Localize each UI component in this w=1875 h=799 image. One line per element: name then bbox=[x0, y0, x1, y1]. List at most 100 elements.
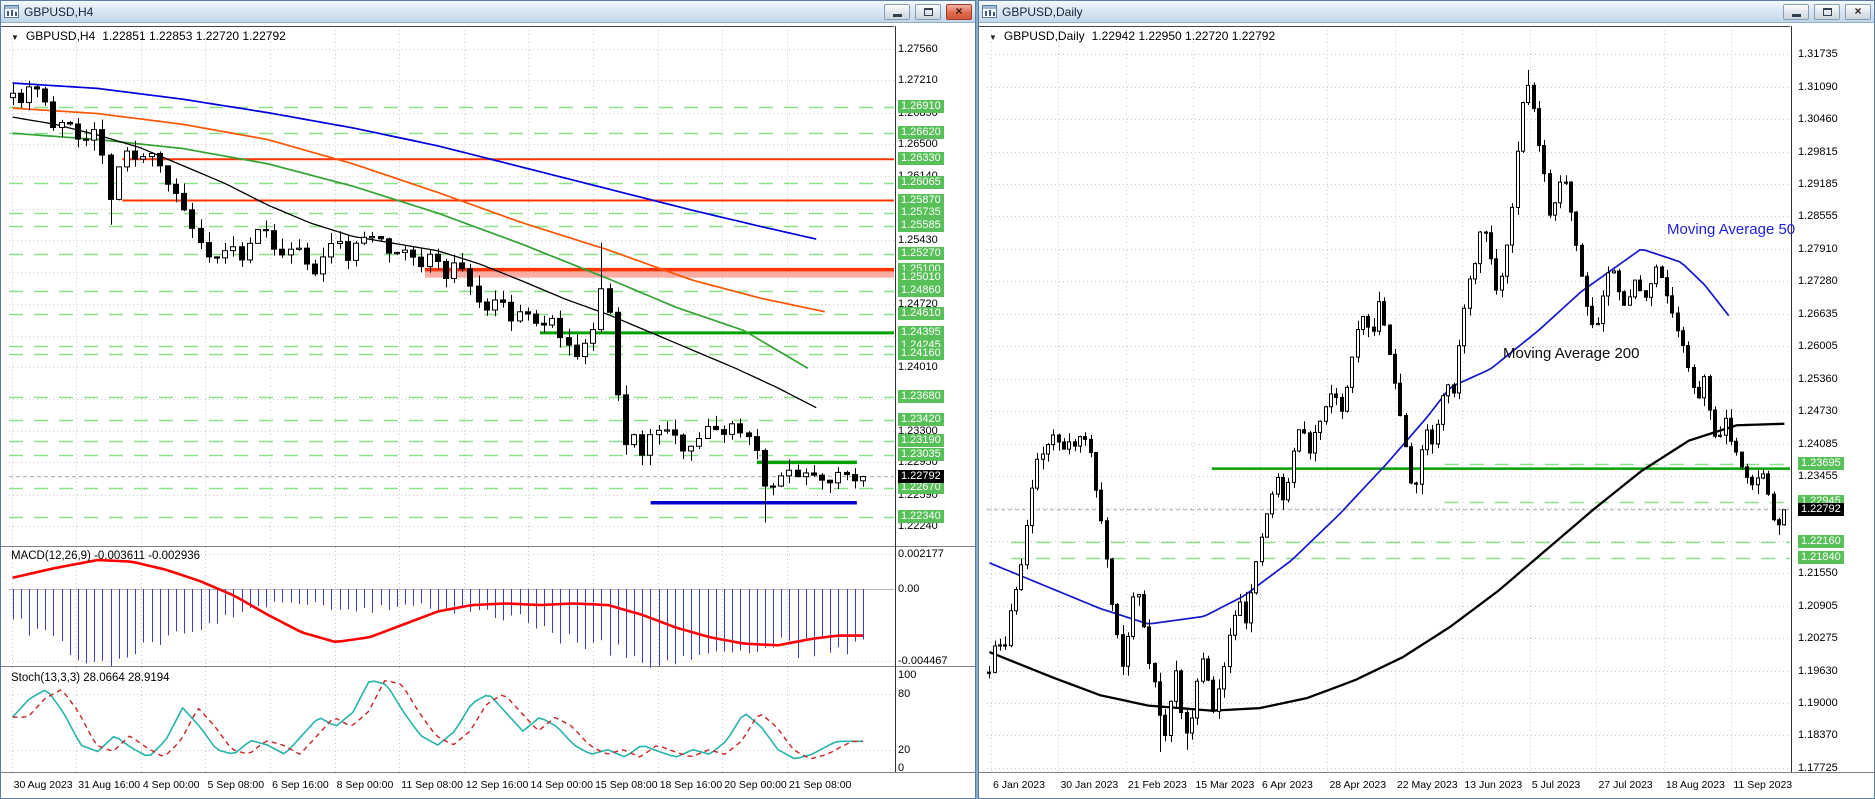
chevron-down-icon: ▼ bbox=[11, 33, 19, 42]
moving-average-50 bbox=[989, 250, 1728, 624]
price-axis-label: 1.24085 bbox=[1798, 438, 1838, 451]
time-axis-label: 14 Sep 00:00 bbox=[530, 779, 592, 791]
price-axis-label: 1.20275 bbox=[1798, 632, 1838, 645]
window-title: GBPUSD,H4 bbox=[24, 5, 879, 19]
ma-black bbox=[13, 117, 817, 408]
time-axis-label: 28 Apr 2023 bbox=[1329, 779, 1386, 791]
time-axis-label: 11 Sep 2023 bbox=[1733, 779, 1792, 791]
level-price-label: 1.22340 bbox=[898, 510, 944, 523]
time-axis-label: 31 Aug 16:00 bbox=[78, 779, 140, 791]
price-axis-label: 1.17725 bbox=[1798, 762, 1838, 775]
price-axis-label: 1.26005 bbox=[1798, 340, 1838, 353]
time-axis-label: 18 Sep 16:00 bbox=[660, 779, 722, 791]
price-axis-label: 1.19630 bbox=[1798, 665, 1838, 678]
close-button[interactable]: × bbox=[1845, 4, 1871, 20]
price-axis-label: 1.27560 bbox=[898, 43, 938, 56]
stoch-signal-line bbox=[13, 681, 863, 759]
chart-ohlc-values: 1.22942 1.22950 1.22720 1.22792 bbox=[1092, 29, 1276, 43]
time-axis-label: 11 Sep 08:00 bbox=[401, 779, 463, 791]
level-price-label: 1.24395 bbox=[898, 326, 944, 339]
moving-average-200 bbox=[989, 424, 1784, 711]
gbpusd-daily-canvas bbox=[979, 1, 1875, 799]
close-icon: × bbox=[955, 5, 962, 17]
level-price-label: 1.21840 bbox=[1798, 551, 1844, 564]
stoch-axis-label: 100 bbox=[898, 669, 916, 682]
price-axis-label: 1.18370 bbox=[1798, 729, 1838, 742]
time-axis-label: 15 Mar 2023 bbox=[1195, 779, 1254, 791]
minimize-icon bbox=[1792, 14, 1801, 17]
level-price-label: 1.26330 bbox=[898, 152, 944, 165]
price-axis-label: 1.31090 bbox=[1798, 81, 1838, 94]
time-axis-label: 22 May 2023 bbox=[1397, 779, 1458, 791]
ma-blue bbox=[13, 83, 817, 239]
level-price-label: 1.23420 bbox=[898, 413, 944, 426]
stoch-main-line bbox=[13, 681, 863, 758]
time-axis-label: 6 Sep 16:00 bbox=[272, 779, 329, 791]
chart-ohlc-values: 1.22851 1.22853 1.22720 1.22792 bbox=[102, 29, 286, 43]
daily-chart-area[interactable]: 1.31735 1.31090 1.30460 1.29815 1.29185 1.285… bbox=[979, 1, 1874, 798]
moving-average-50-label: Moving Average 50 bbox=[1667, 221, 1795, 238]
time-axis-label: 21 Feb 2023 bbox=[1128, 779, 1187, 791]
time-axis-label: 5 Sep 08:00 bbox=[207, 779, 264, 791]
current-price-label: 1.22792 bbox=[1798, 503, 1844, 516]
macd-signal-line bbox=[13, 560, 863, 645]
level-price-label: 1.23695 bbox=[1798, 457, 1844, 470]
macd-axis-label: 0.00 bbox=[898, 583, 919, 596]
price-axis-label: 1.24730 bbox=[1798, 405, 1838, 418]
price-axis-label: 1.27280 bbox=[1798, 275, 1838, 288]
price-axis-label: 1.29185 bbox=[1798, 178, 1838, 191]
minimize-button[interactable] bbox=[884, 4, 910, 20]
stoch-axis-label: 80 bbox=[898, 688, 910, 701]
time-axis-label: 12 Sep 16:00 bbox=[466, 779, 528, 791]
restore-button[interactable] bbox=[915, 4, 941, 20]
chart-symbol: GBPUSD,H4 bbox=[26, 29, 95, 43]
price-axis-label: 1.30460 bbox=[1798, 113, 1838, 126]
level-price-label: 1.23190 bbox=[898, 434, 944, 447]
time-axis-label: 30 Jan 2023 bbox=[1060, 779, 1118, 791]
close-button[interactable]: × bbox=[946, 4, 972, 20]
level-price-label: 1.22160 bbox=[1798, 535, 1844, 548]
time-axis-label: 21 Sep 08:00 bbox=[789, 779, 851, 791]
level-price-label: 1.26065 bbox=[898, 176, 944, 189]
price-axis-label: 1.29815 bbox=[1798, 146, 1838, 159]
window-titlebar[interactable]: GBPUSD,Daily × bbox=[979, 1, 1874, 23]
level-price-label: 1.24160 bbox=[898, 347, 944, 360]
price-axis-label: 1.28555 bbox=[1798, 210, 1838, 223]
restore-icon bbox=[1823, 8, 1832, 16]
time-axis-label: 27 Jul 2023 bbox=[1598, 779, 1652, 791]
price-axis-label: 1.27910 bbox=[1798, 243, 1838, 256]
restore-button[interactable] bbox=[1814, 4, 1840, 20]
level-price-label: 1.23035 bbox=[898, 448, 944, 461]
mt4-workspace: GBPUSD,H4 × 1.275601.272101.268501.26500… bbox=[0, 0, 1875, 799]
time-axis-label: 15 Sep 08:00 bbox=[595, 779, 657, 791]
time-axis-label: 4 Sep 00:00 bbox=[143, 779, 200, 791]
stoch-axis-label: 20 bbox=[898, 744, 910, 757]
minimize-button[interactable] bbox=[1783, 4, 1809, 20]
price-axis-label: 1.25430 bbox=[898, 234, 938, 247]
current-price-label: 1.22792 bbox=[898, 470, 944, 483]
chart-window-icon bbox=[982, 5, 997, 18]
level-price-label: 1.25270 bbox=[898, 247, 944, 260]
time-axis-label: 5 Jul 2023 bbox=[1532, 779, 1580, 791]
time-axis-label: 13 Jun 2023 bbox=[1464, 779, 1522, 791]
price-axis-label: 1.31735 bbox=[1798, 48, 1838, 61]
time-axis-label: 6 Jan 2023 bbox=[993, 779, 1045, 791]
chart-window-gbpusd-daily: GBPUSD,Daily × 1.31735 1.31090 1.30460 1.29… bbox=[978, 0, 1875, 799]
level-price-label: 1.26620 bbox=[898, 126, 944, 139]
price-axis-label: 1.20905 bbox=[1798, 600, 1838, 613]
price-axis-label: 1.26635 bbox=[1798, 308, 1838, 321]
price-axis-label: 1.25360 bbox=[1798, 373, 1838, 386]
price-axis-label: 1.23455 bbox=[1798, 470, 1838, 483]
level-price-label: 1.24610 bbox=[898, 307, 944, 320]
macd-axis-label: -0.004467 bbox=[898, 655, 948, 668]
level-price-label: 1.24860 bbox=[898, 284, 944, 297]
restore-icon bbox=[924, 8, 933, 16]
window-titlebar[interactable]: GBPUSD,H4 × bbox=[1, 1, 975, 23]
time-axis-label: 6 Apr 2023 bbox=[1262, 779, 1313, 791]
chevron-down-icon: ▼ bbox=[989, 33, 997, 42]
chart-ohlc-header[interactable]: ▼ GBPUSD,H4 1.22851 1.22853 1.22720 1.22… bbox=[11, 29, 286, 43]
level-price-label: 1.25735 bbox=[898, 206, 944, 219]
window-title: GBPUSD,Daily bbox=[1002, 5, 1778, 19]
level-price-label: 1.26910 bbox=[898, 100, 944, 113]
chart-ohlc-header[interactable]: ▼ GBPUSD,Daily 1.22942 1.22950 1.22720 1… bbox=[989, 29, 1275, 43]
